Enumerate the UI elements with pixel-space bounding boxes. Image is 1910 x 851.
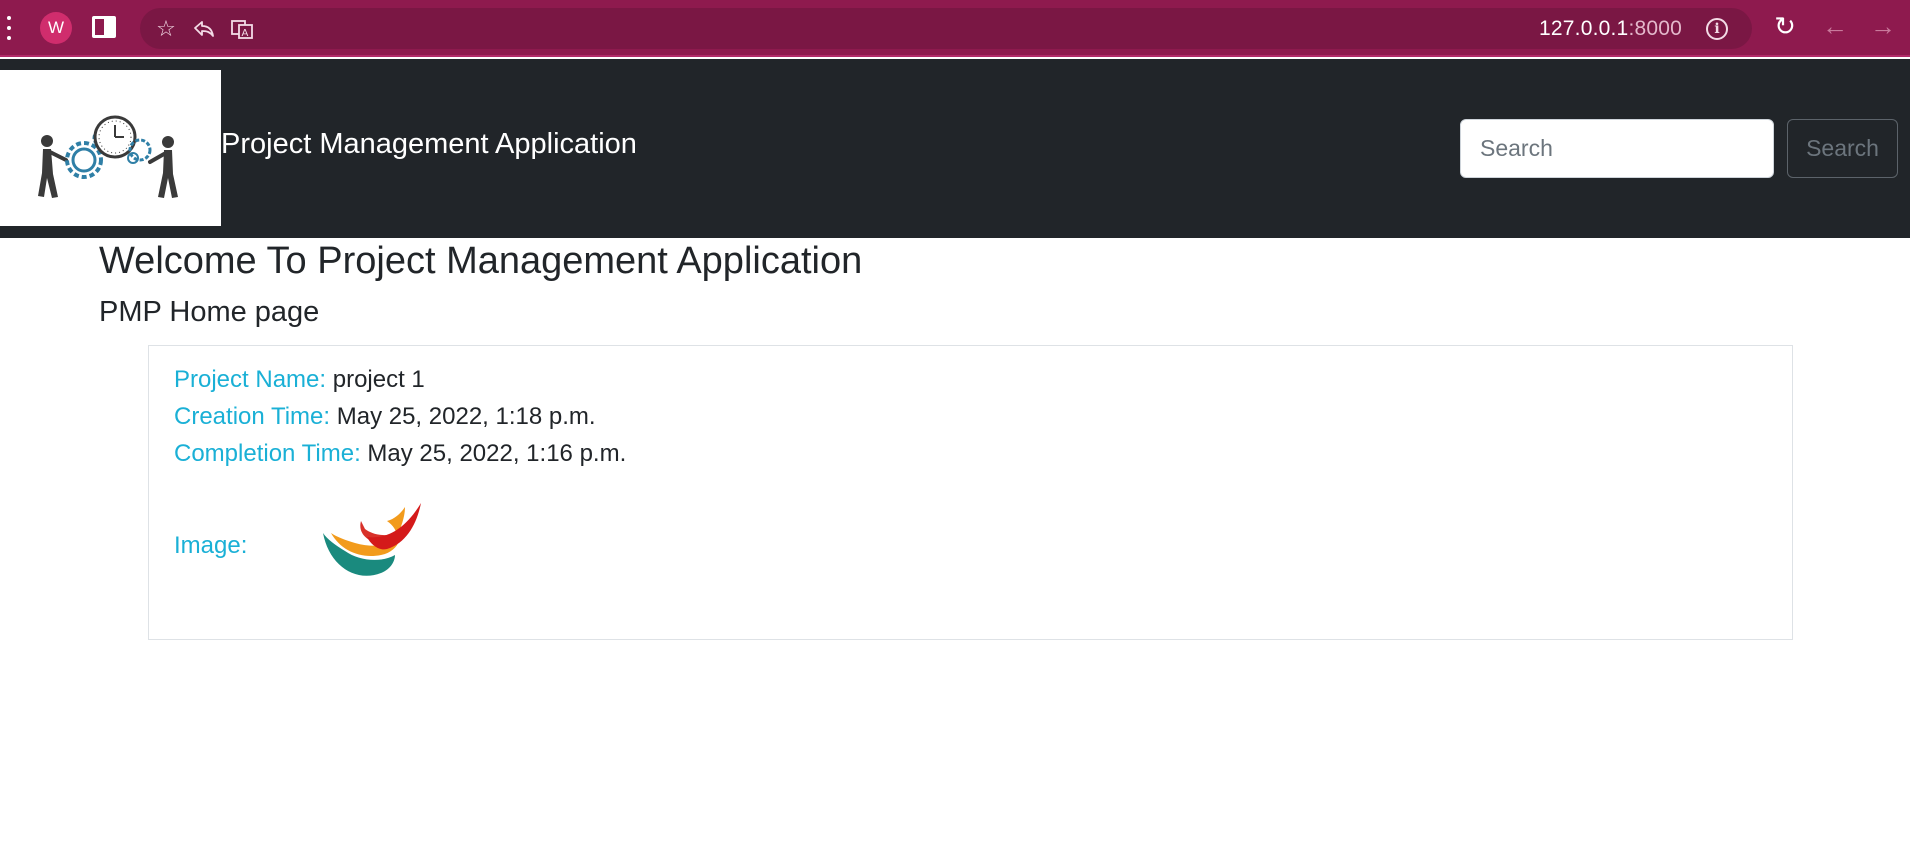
forward-icon[interactable]: → bbox=[1868, 11, 1898, 41]
star-icon[interactable]: ☆ bbox=[154, 18, 178, 40]
completion-time-value: May 25, 2022, 1:16 p.m. bbox=[360, 440, 627, 467]
project-card: Project Name: project 1 Creation Time: M… bbox=[148, 345, 1793, 640]
project-image bbox=[323, 503, 421, 576]
app-logo[interactable] bbox=[0, 70, 221, 226]
creation-time-row: Creation Time: May 25, 2022, 1:18 p.m. bbox=[174, 403, 596, 431]
svg-text:A: A bbox=[242, 28, 249, 39]
address-bar[interactable]: ☆ A 127.0.0.1:8000 i bbox=[140, 8, 1752, 49]
browser-toolbar: W ☆ A 127.0.0.1:8000 i ↻ ← → bbox=[0, 0, 1910, 57]
share-icon[interactable] bbox=[192, 18, 216, 40]
translate-icon[interactable]: A bbox=[230, 18, 254, 40]
search-button[interactable]: Search bbox=[1787, 119, 1898, 178]
image-label: Image: bbox=[174, 532, 248, 559]
browser-menu-icon[interactable] bbox=[4, 12, 14, 44]
url-host: 127.0.0.1 bbox=[1539, 17, 1629, 40]
project-name-row: Project Name: project 1 bbox=[174, 366, 425, 394]
sidebar-toggle-icon[interactable] bbox=[92, 16, 116, 38]
reload-icon[interactable]: ↻ bbox=[1770, 11, 1800, 41]
share-icon-svg bbox=[194, 21, 214, 37]
completion-time-row: Completion Time: May 25, 2022, 1:16 p.m. bbox=[174, 440, 626, 468]
url-port: :8000 bbox=[1628, 17, 1682, 40]
page-title: Welcome To Project Management Applicatio… bbox=[99, 240, 863, 282]
site-info-icon[interactable]: i bbox=[1706, 18, 1728, 40]
back-icon[interactable]: ← bbox=[1820, 11, 1850, 41]
completion-time-label: Completion Time: bbox=[174, 440, 361, 467]
brand-title[interactable]: Project Management Application bbox=[221, 128, 637, 161]
app-navbar: Project Management Application Search bbox=[0, 59, 1910, 238]
project-name-label: Project Name: bbox=[174, 366, 327, 393]
creation-time-value: May 25, 2022, 1:18 p.m. bbox=[330, 403, 596, 430]
profile-avatar[interactable]: W bbox=[40, 12, 72, 44]
teamwork-gears-logo-icon bbox=[38, 115, 178, 198]
search-input[interactable] bbox=[1460, 119, 1774, 178]
project-name-value: project 1 bbox=[326, 366, 425, 393]
translate-icon-svg: A bbox=[231, 20, 253, 39]
url-text[interactable]: 127.0.0.1:8000 bbox=[1539, 17, 1682, 41]
page-subtitle: PMP Home page bbox=[99, 296, 320, 328]
creation-time-label: Creation Time: bbox=[174, 403, 331, 430]
